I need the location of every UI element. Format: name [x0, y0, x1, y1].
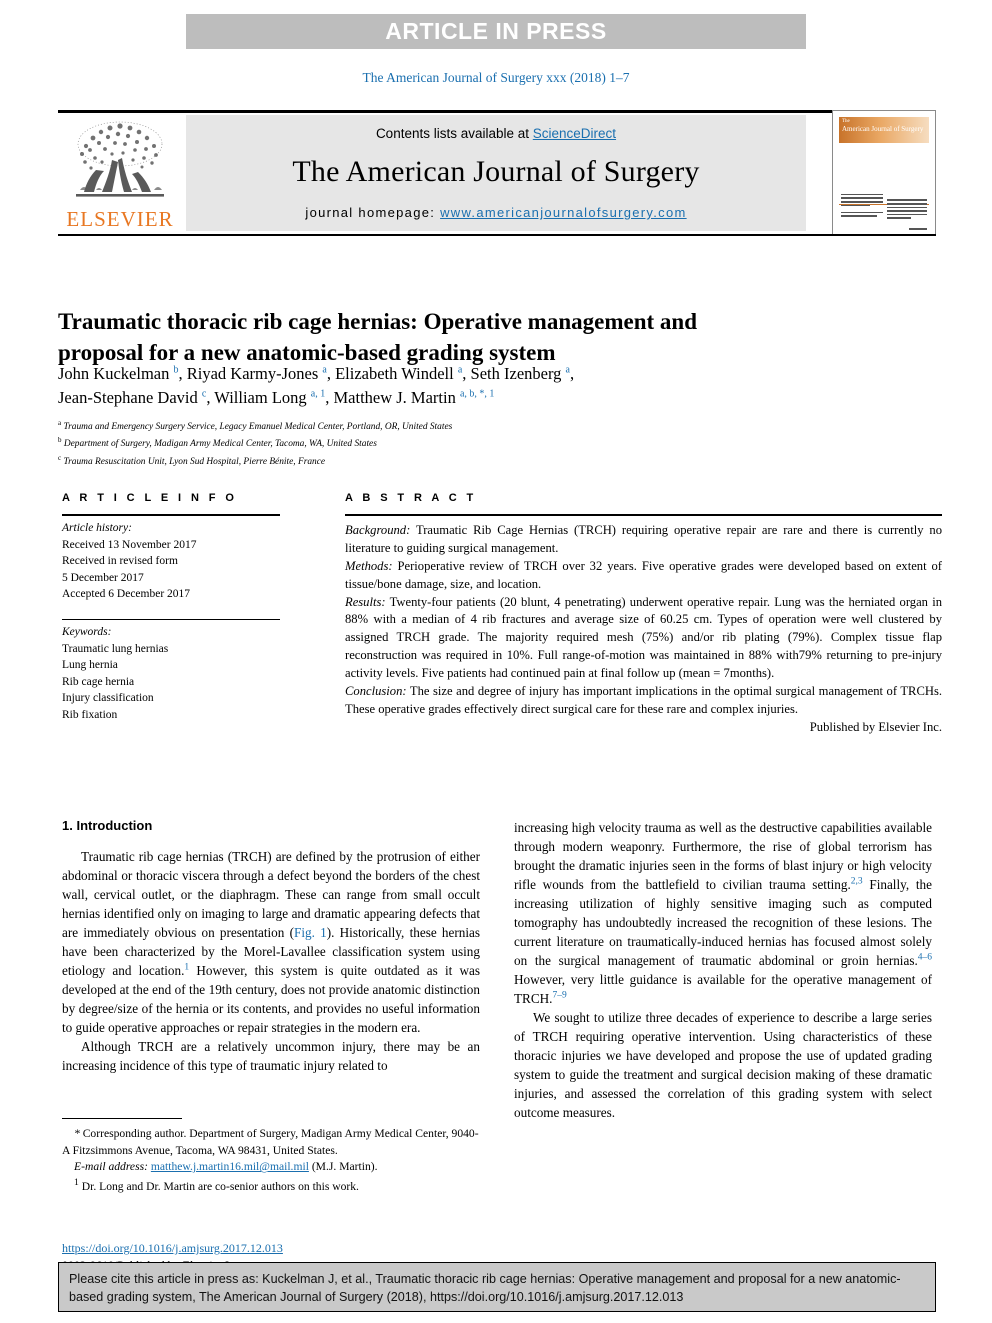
author-list: John Kuckelman b, Riyad Karmy-Jones a, E…: [58, 362, 818, 410]
masthead-top-rule: [58, 110, 936, 113]
footnote-rule: [62, 1118, 182, 1120]
page-title: Traumatic thoracic rib cage hernias: Ope…: [58, 309, 697, 365]
contents-line: Contents lists available at ScienceDirec…: [186, 126, 806, 141]
history-item: Accepted 6 December 2017: [62, 588, 191, 601]
abstract-section: Background: Traumatic Rib Cage Hernias (…: [345, 522, 942, 558]
abstract-section-text: Traumatic Rib Cage Hernias (TRCH) requir…: [345, 523, 942, 555]
abstract-section: Results: Twenty-four patients (20 blunt,…: [345, 594, 942, 683]
affiliation-item: b Department of Surgery, Madigan Army Me…: [58, 436, 377, 450]
abstract-section-text: Perioperative review of TRCH over 32 yea…: [345, 558, 942, 591]
cover-footer-mark: [909, 228, 927, 230]
co-senior-author-note: 1 Dr. Long and Dr. Martin are co-senior …: [74, 1176, 359, 1193]
cover-text-lines-left: [841, 193, 883, 219]
corresponding-author-note: * Corresponding author. Department of Su…: [62, 1127, 479, 1157]
email-note: E-mail address: matthew.j.martin16.mil@m…: [62, 1159, 480, 1175]
abstract-section: Conclusion: The size and degree of injur…: [345, 683, 942, 719]
abstract-section-label: Background:: [345, 523, 411, 537]
author-line-1: John Kuckelman b, Riyad Karmy-Jones a, E…: [58, 364, 575, 383]
abstract-publisher-line: Published by Elsevier Inc.: [809, 719, 942, 734]
affiliation-item: a Trauma and Emergency Surgery Service, …: [58, 419, 453, 433]
history-item: Received 13 November 2017: [62, 538, 197, 551]
body-paragraph: Traumatic rib cage hernias (TRCH) are de…: [62, 849, 480, 1035]
abstract-heading: A B S T R A C T: [345, 492, 477, 504]
article-page: ARTICLE IN PRESS The American Journal of…: [0, 0, 992, 1323]
affiliation-list: a Trauma and Emergency Surgery Service, …: [58, 418, 818, 470]
cover-title-main: American Journal of Surgery: [842, 125, 924, 134]
history-item: 5 December 2017: [62, 571, 144, 584]
article-history-block: Article history: Received 13 November 20…: [62, 516, 280, 603]
keywords-block: Keywords: Traumatic lung hernias Lung he…: [62, 620, 280, 723]
cover-title-small: The: [842, 119, 850, 124]
masthead-center-panel: Contents lists available at ScienceDirec…: [186, 115, 806, 231]
keyword-item: Lung hernia: [62, 659, 118, 672]
body-column-left: 1. Introduction Traumatic rib cage herni…: [62, 818, 480, 1075]
citation-footer-box: Please cite this article in press as: Ku…: [58, 1262, 936, 1312]
history-item: Received in revised form: [62, 555, 178, 568]
journal-homepage-line: journal homepage: www.americanjournalofs…: [186, 205, 806, 220]
footnote-block: * Corresponding author. Department of Su…: [62, 1118, 480, 1195]
keyword-item: Traumatic lung hernias: [62, 642, 169, 655]
journal-cover-thumbnail: The American Journal of Surgery: [832, 110, 936, 236]
journal-homepage-link[interactable]: www.americanjournalofsurgery.com: [440, 205, 687, 220]
contents-prefix: Contents lists available at: [375, 126, 533, 141]
elsevier-logo: ELSEVIER: [60, 116, 180, 234]
author-email-link[interactable]: matthew.j.martin16.mil@mail.mil: [151, 1160, 309, 1173]
email-suffix: (M.J. Martin).: [308, 1160, 378, 1174]
article-in-press-label: ARTICLE IN PRESS: [385, 18, 607, 44]
abstract-section-label: Methods:: [345, 558, 393, 573]
homepage-prefix: journal homepage:: [305, 205, 441, 220]
affiliation-item: c Trauma Resuscitation Unit, Lyon Sud Ho…: [58, 453, 326, 467]
article-info-column: A R T I C L E I N F O Article history: R…: [62, 492, 280, 724]
body-paragraph: We sought to utilize three decades of ex…: [514, 1010, 932, 1120]
elsevier-wordmark: ELSEVIER: [66, 207, 174, 231]
sciencedirect-link[interactable]: ScienceDirect: [533, 126, 616, 141]
body-paragraph: Although TRCH are a relatively uncommon …: [62, 1039, 480, 1073]
journal-title: The American Journal of Surgery: [292, 155, 700, 188]
keyword-item: Rib cage hernia: [62, 675, 135, 688]
keywords-label: Keywords:: [62, 626, 112, 639]
article-info-heading: A R T I C L E I N F O: [62, 492, 238, 504]
elsevier-tree-icon: [76, 121, 164, 197]
citation-footer-text: Please cite this article in press as: Ku…: [69, 1272, 901, 1305]
abstract-body: Background: Traumatic Rib Cage Hernias (…: [345, 516, 942, 737]
abstract-section-text: The size and degree of injury has import…: [345, 683, 942, 716]
abstract-section-label: Results:: [345, 594, 386, 609]
article-in-press-banner: ARTICLE IN PRESS: [186, 14, 806, 49]
abstract-column: A B S T R A C T Background: Traumatic Ri…: [345, 492, 942, 737]
abstract-section-label: Conclusion:: [345, 683, 407, 698]
body-column-right: increasing high velocity trauma as well …: [514, 818, 932, 1122]
email-label: E-mail address:: [74, 1160, 148, 1174]
abstract-section-text: Twenty-four patients (20 blunt, 4 penetr…: [345, 594, 942, 681]
author-line-2: Jean-Stephane David c, William Long a, 1…: [58, 387, 495, 407]
abstract-section: Methods: Perioperative review of TRCH ov…: [345, 558, 942, 594]
journal-masthead: ELSEVIER Contents lists available at Sci…: [58, 110, 936, 236]
running-head: The American Journal of Surgery xxx (201…: [362, 70, 630, 85]
keyword-item: Rib fixation: [62, 708, 118, 721]
article-history-label: Article history:: [62, 522, 132, 534]
section-heading-introduction: 1. Introduction: [62, 818, 153, 833]
cover-text-lines-right: [887, 199, 927, 221]
cover-title: The American Journal of Surgery: [842, 119, 923, 135]
body-paragraph: increasing high velocity trauma as well …: [514, 820, 932, 1006]
masthead-bottom-rule: [58, 234, 936, 236]
doi-link[interactable]: https://doi.org/10.1016/j.amjsurg.2017.1…: [62, 1241, 283, 1255]
keyword-item: Injury classification: [62, 692, 154, 705]
